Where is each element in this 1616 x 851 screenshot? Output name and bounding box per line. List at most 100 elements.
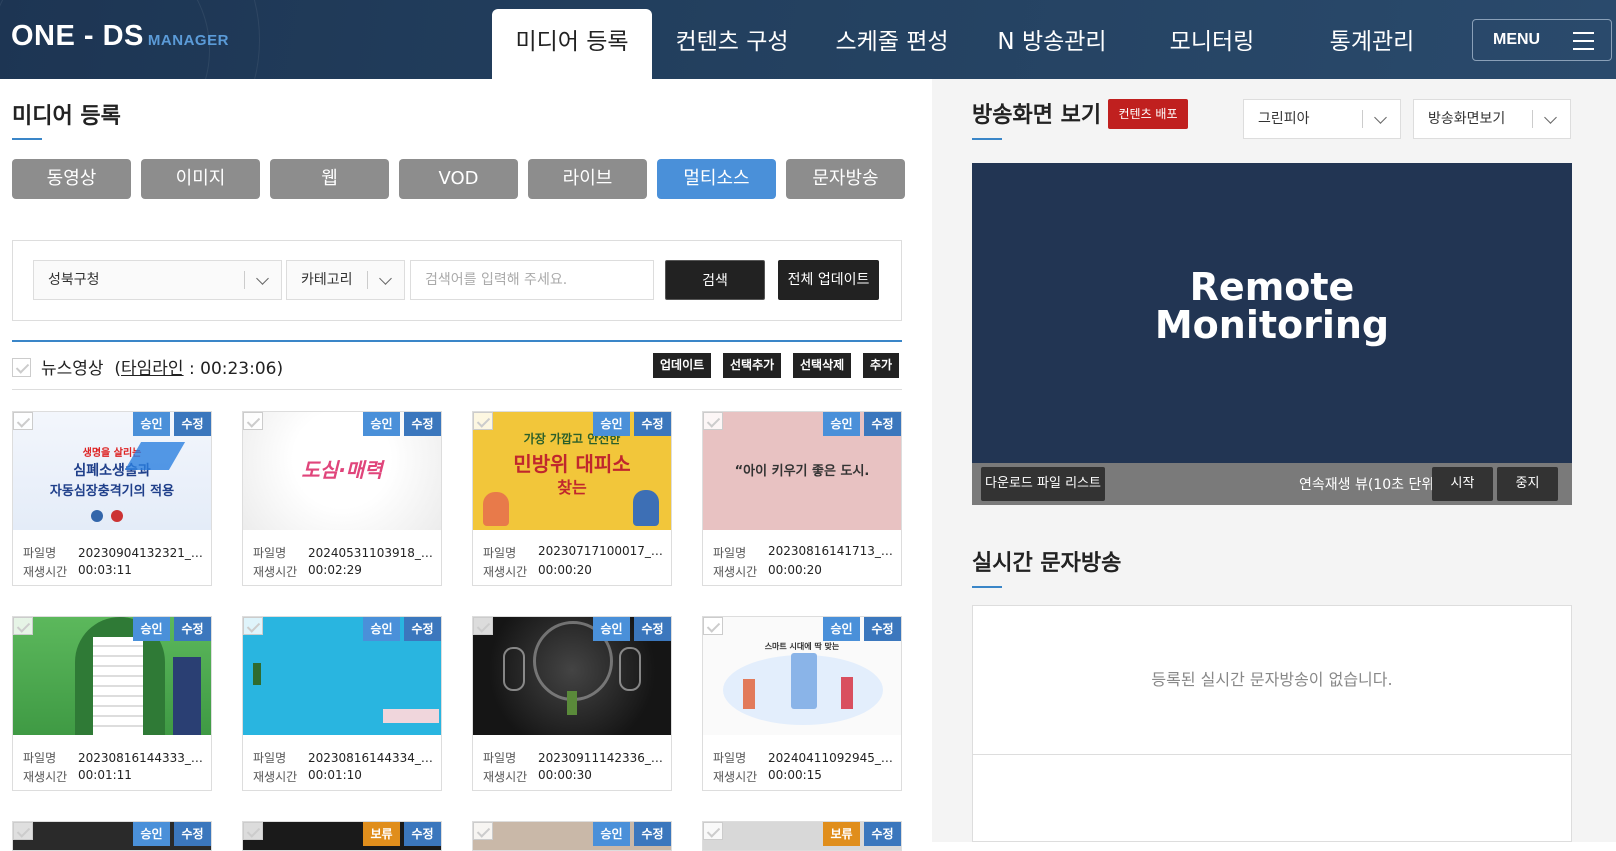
add-button[interactable]: 추가 (863, 353, 900, 378)
duration-value: 00:00:15 (768, 768, 822, 782)
media-card[interactable]: 승인 수정 파일명 20230816144334_서… 재생시간 00:01:1… (242, 616, 442, 791)
status-badge[interactable]: 승인 (133, 617, 170, 641)
tab-image[interactable]: 이미지 (141, 159, 260, 199)
media-card[interactable]: 도심·매력 승인 수정 파일명 20240531103918_서… 재생시간 0… (242, 411, 442, 586)
tab-text-broadcast[interactable]: 문자방송 (786, 159, 905, 199)
app-logo[interactable]: ONE - DS MANAGER (11, 20, 229, 53)
edit-badge[interactable]: 수정 (864, 822, 901, 846)
duration-label: 재생시간 (23, 565, 68, 579)
update-all-button[interactable]: 전체 업데이트 (778, 260, 879, 300)
tab-web[interactable]: 웹 (270, 159, 389, 199)
tab-vod[interactable]: VOD (399, 159, 518, 199)
file-label: 파일명 (253, 546, 287, 560)
duration-value: 00:03:11 (78, 563, 132, 577)
nav-schedule[interactable]: 스케줄 편성 (812, 9, 972, 79)
tab-video[interactable]: 동영상 (12, 159, 131, 199)
card-checkbox[interactable] (13, 412, 33, 430)
edit-badge[interactable]: 수정 (404, 412, 441, 436)
card-checkbox[interactable] (473, 822, 493, 840)
file-name: 20240531103918_서… (308, 546, 433, 560)
category-select[interactable]: 카테고리 (286, 260, 405, 300)
media-card[interactable]: 승인 수정 (472, 821, 672, 851)
status-badge[interactable]: 승인 (363, 617, 400, 641)
media-card[interactable]: 승인 수정 파일명 20230816144333_서… 재생시간 00:01:1… (12, 616, 212, 791)
file-name: 20230816144333_서… (78, 751, 203, 765)
select-all-checkbox[interactable] (12, 358, 31, 377)
edit-badge[interactable]: 수정 (404, 822, 441, 846)
edit-badge[interactable]: 수정 (634, 617, 671, 641)
media-card[interactable]: 승인 수정 파일명 20230911142336_범… 재생시간 00:00:3… (472, 616, 672, 791)
media-card[interactable]: 승인 수정 (12, 821, 212, 851)
start-button[interactable]: 시작 (1432, 467, 1493, 501)
edit-badge[interactable]: 수정 (174, 822, 211, 846)
edit-badge[interactable]: 수정 (864, 617, 901, 641)
region-select[interactable]: 성북구청 (33, 260, 282, 300)
card-checkbox[interactable] (243, 617, 263, 635)
status-badge[interactable]: 승인 (593, 412, 630, 436)
broadcast-preview-screen[interactable]: Remote Monitoring (972, 163, 1572, 463)
card-checkbox[interactable] (703, 822, 723, 840)
card-checkbox[interactable] (13, 617, 33, 635)
media-card[interactable]: 보류 수정 (242, 821, 442, 851)
card-checkbox[interactable] (243, 412, 263, 430)
media-card[interactable]: 보류 수정 (702, 821, 902, 851)
update-button[interactable]: 업데이트 (653, 353, 712, 378)
sms-empty-message: 등록된 실시간 문자방송이 없습니다. (1151, 670, 1393, 689)
nav-monitoring[interactable]: 모니터링 (1132, 9, 1292, 79)
nav-broadcast-manage[interactable]: N 방송관리 (972, 9, 1132, 79)
tab-live[interactable]: 라이브 (528, 159, 647, 199)
status-badge[interactable]: 승인 (823, 412, 860, 436)
status-badge[interactable]: 승인 (593, 822, 630, 846)
status-badge[interactable]: 승인 (823, 617, 860, 641)
stop-button[interactable]: 중지 (1497, 467, 1558, 501)
card-checkbox[interactable] (243, 822, 263, 840)
card-checkbox[interactable] (703, 412, 723, 430)
continuous-play-label: 연속재생 뷰(10초 단위) (1299, 477, 1440, 493)
edit-badge[interactable]: 수정 (634, 822, 671, 846)
status-badge[interactable]: 승인 (133, 822, 170, 846)
search-button[interactable]: 검색 (665, 260, 765, 300)
select-divider (1362, 110, 1363, 128)
card-checkbox[interactable] (473, 412, 493, 430)
edit-badge[interactable]: 수정 (174, 617, 211, 641)
status-badge[interactable]: 보류 (363, 822, 400, 846)
site-select[interactable]: 그린피아 (1243, 99, 1401, 139)
timeline-link[interactable]: 타임라인 (121, 359, 184, 379)
select-add-button[interactable]: 선택추가 (723, 353, 782, 378)
status-badge[interactable]: 승인 (593, 617, 630, 641)
edit-badge[interactable]: 수정 (174, 412, 211, 436)
file-label: 파일명 (483, 546, 517, 560)
duration-label: 재생시간 (483, 770, 528, 784)
menu-button[interactable]: MENU (1472, 19, 1612, 61)
edit-badge[interactable]: 수정 (634, 412, 671, 436)
preview-control-bar: 다운로드 파일 리스트 연속재생 뷰(10초 단위) 시작 중지 (972, 463, 1572, 505)
download-file-list-button[interactable]: 다운로드 파일 리스트 (981, 467, 1105, 501)
media-card[interactable]: 가장 가깝고 안전한 민방위 대피소 찾는 승인 수정 파일명 20230717… (472, 411, 672, 586)
tab-multisource[interactable]: 멀티소스 (657, 159, 776, 199)
view-mode-select[interactable]: 방송화면보기 (1413, 99, 1571, 139)
nav-media-register[interactable]: 미디어 등록 (492, 9, 652, 79)
media-card[interactable]: 생명을 살리는 심폐소생술과 자동심장충격기의 적용 승인 수정 파일명 202… (12, 411, 212, 586)
media-card[interactable]: 스마트 시대에 딱 맞는 승인 수정 파일명 20240411092945_전…… (702, 616, 902, 791)
chevron-down-icon (1544, 111, 1557, 124)
content-deploy-button[interactable]: 컨텐츠 배포 (1108, 99, 1188, 129)
duration-value: 00:02:29 (308, 563, 362, 577)
card-checkbox[interactable] (703, 617, 723, 635)
nav-content-compose[interactable]: 컨텐츠 구성 (652, 9, 812, 79)
view-mode-select-value: 방송화면보기 (1428, 111, 1506, 127)
card-checkbox[interactable] (13, 822, 33, 840)
select-delete-button[interactable]: 선택삭제 (793, 353, 852, 378)
status-badge[interactable]: 보류 (823, 822, 860, 846)
media-card[interactable]: “아이 키우기 좋은 도시. 승인 수정 파일명 20230816141713_… (702, 411, 902, 586)
hand-illustration (619, 647, 641, 691)
monitor-text-line: Monitoring (1154, 303, 1390, 347)
edit-badge[interactable]: 수정 (404, 617, 441, 641)
file-name: 20230911142336_범… (538, 751, 663, 765)
card-checkbox[interactable] (473, 617, 493, 635)
edit-badge[interactable]: 수정 (864, 412, 901, 436)
file-name: 20230816144334_서… (308, 751, 433, 765)
search-input[interactable] (410, 260, 654, 300)
status-badge[interactable]: 승인 (363, 412, 400, 436)
status-badge[interactable]: 승인 (133, 412, 170, 436)
nav-statistics[interactable]: 통계관리 (1292, 9, 1452, 79)
